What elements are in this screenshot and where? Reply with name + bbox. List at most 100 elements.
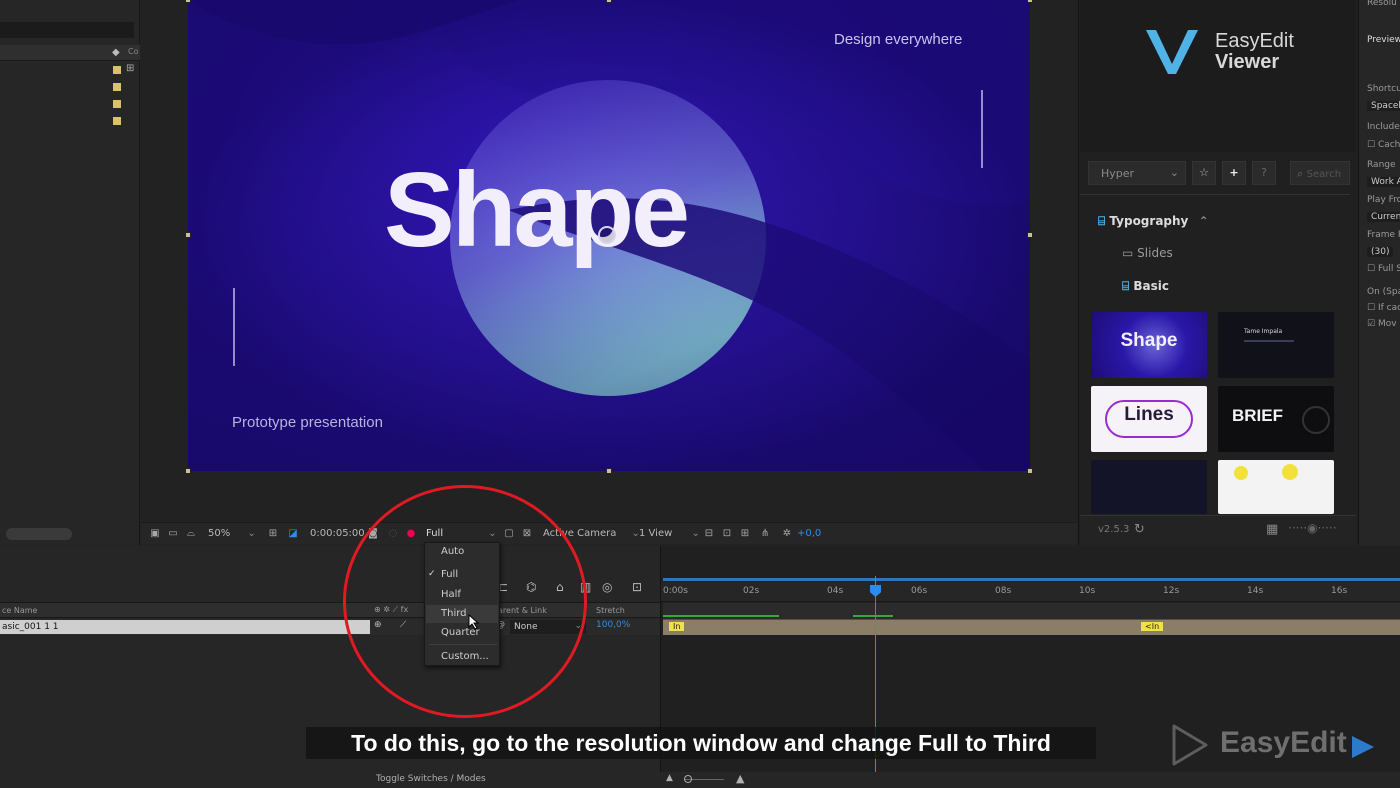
template-thumbnail[interactable]: Lines <box>1091 386 1207 452</box>
comp-subtitle: Prototype presentation <box>232 414 383 431</box>
cache-checkbox[interactable]: ☐ Cach <box>1367 140 1400 150</box>
search-placeholder: Search <box>1306 169 1342 180</box>
library-controls: Hyper ⌄ ☆ + ? ⌕ Search <box>1088 161 1350 185</box>
stretch-value[interactable]: 100,0% <box>596 620 630 630</box>
frame-rate-select[interactable]: (30) <box>1367 247 1394 257</box>
easyedit-watermark-icon <box>1172 724 1208 766</box>
ruler-label: 02s <box>743 586 760 596</box>
current-time[interactable]: 0:00:05:00 <box>310 528 365 539</box>
ruler-label: 06s <box>911 586 928 596</box>
label-color-swatch[interactable] <box>113 117 121 125</box>
display-icon[interactable]: ▭ <box>167 528 179 540</box>
preview-tab[interactable]: Preview <box>1367 35 1400 45</box>
brand-product: Viewer <box>1215 51 1280 73</box>
label-color-swatch[interactable] <box>113 83 121 91</box>
shortcut-select[interactable]: Spaceb <box>1367 101 1400 111</box>
if-caching-checkbox[interactable]: ☐ If cac <box>1367 303 1400 313</box>
layer-marker[interactable]: In <box>669 622 685 631</box>
play-from-select[interactable]: Curren <box>1367 212 1400 222</box>
column-source-name[interactable]: ce Name <box>2 606 37 615</box>
search-input[interactable]: ⌕ Search <box>1290 161 1350 185</box>
thumbnail-label: BRIEF <box>1232 406 1283 425</box>
label-color-swatch[interactable] <box>113 66 121 74</box>
refresh-icon[interactable]: ↻ <box>1134 522 1145 537</box>
view-layout-select[interactable]: 1 View ⌄ <box>639 528 700 539</box>
folder-basic[interactable]: ⌸ Basic <box>1122 279 1169 294</box>
folder-slides[interactable]: ▭ Slides <box>1122 246 1173 260</box>
mask-icon[interactable]: ⌓ <box>185 528 197 540</box>
cache-bar <box>663 615 779 617</box>
graph-editor-icon[interactable]: ◎ <box>602 580 612 594</box>
folder-typography[interactable]: ⌸ Typography ⌃ <box>1098 214 1209 229</box>
project-search-input[interactable] <box>0 22 134 38</box>
zoom-value: 50% <box>208 528 231 539</box>
ruler-label: 10s <box>1079 586 1096 596</box>
transparency-icon[interactable]: ◪ <box>287 528 299 540</box>
template-thumbnail[interactable] <box>1218 460 1334 514</box>
render-icon[interactable]: ⊡ <box>632 580 642 594</box>
template-thumbnail[interactable]: BRIEF <box>1218 386 1334 452</box>
preview-label: Include: <box>1367 122 1400 132</box>
easyedit-logo-icon <box>1146 30 1198 74</box>
panel-footer: v2.5.3 ↻ ▦ ·····◉····· <box>1080 515 1356 545</box>
transform-handle[interactable] <box>606 468 612 474</box>
folder-icon: ▭ <box>1122 246 1134 260</box>
anchor-point-icon[interactable] <box>598 226 616 244</box>
thumbnail-deco <box>1234 466 1248 480</box>
transform-handle[interactable] <box>1027 0 1033 3</box>
toggle-switches-modes-button[interactable]: Toggle Switches / Modes <box>376 774 486 784</box>
project-panel: ◆ Co ⊞ <box>0 0 140 545</box>
toggle-pixel-aspect-icon[interactable]: ⊟ <box>703 528 715 540</box>
size-slider[interactable]: ·····◉····· <box>1288 521 1337 535</box>
cache-bar <box>853 615 893 617</box>
time-ruler[interactable]: 0:00s 02s 04s 06s 08s 10s 12s 14s 16s <box>661 582 1400 602</box>
add-icon[interactable]: + <box>1222 161 1246 185</box>
column-stretch[interactable]: Stretch <box>596 606 625 615</box>
grid-icon[interactable]: ⊞ <box>267 528 279 540</box>
always-preview-icon[interactable]: ▣ <box>149 528 161 540</box>
exposure-value[interactable]: +0,0 <box>797 528 821 539</box>
timeline-zoom-slider[interactable] <box>684 773 724 785</box>
transform-handle[interactable] <box>1027 468 1033 474</box>
layer-marker[interactable]: <In <box>1141 622 1164 631</box>
preview-label: Frame R <box>1367 230 1400 240</box>
grid-view-icon[interactable]: ▦ <box>1266 522 1278 537</box>
thumbnail-deco <box>1244 340 1294 342</box>
help-icon[interactable]: ? <box>1252 161 1276 185</box>
template-thumbnail[interactable] <box>1091 460 1207 514</box>
project-column-header: ◆ Co <box>0 45 140 61</box>
fast-preview-icon[interactable]: ⊡ <box>721 528 733 540</box>
reset-exposure-icon[interactable]: ✲ <box>781 528 793 540</box>
ruler-label: 04s <box>827 586 844 596</box>
range-select[interactable]: Work A <box>1367 177 1400 187</box>
transform-handle[interactable] <box>185 0 191 3</box>
template-thumbnail[interactable]: Shape <box>1091 312 1207 378</box>
slider-thumb[interactable] <box>684 775 692 783</box>
favorites-star-icon[interactable]: ☆ <box>1192 161 1216 185</box>
folder-open-icon: ⌸ <box>1122 279 1130 293</box>
zoom-in-icon[interactable]: ▲ <box>736 772 744 785</box>
layer-bar[interactable]: In <In <box>663 619 1400 635</box>
work-area-bar[interactable] <box>663 578 1400 581</box>
timeline-icon[interactable]: ⊞ <box>739 528 751 540</box>
chevron-up-icon: ⌃ <box>1198 214 1209 228</box>
flowchart-icon[interactable]: ⋔ <box>759 528 771 540</box>
transform-handle[interactable] <box>185 232 191 238</box>
transform-handle[interactable] <box>1027 232 1033 238</box>
full-screen-checkbox[interactable]: ☐ Full S <box>1367 264 1400 274</box>
zoom-select[interactable]: 50% ⌄ <box>208 528 256 539</box>
project-scrollbar[interactable] <box>6 528 72 540</box>
label-color-swatch[interactable] <box>113 100 121 108</box>
easyedit-watermark: EasyEdit <box>1220 726 1347 759</box>
category-select[interactable]: Hyper ⌄ <box>1088 161 1186 185</box>
composition-frame[interactable]: Design everywhere Shape Prototype presen… <box>188 0 1030 471</box>
divider <box>1080 194 1350 195</box>
template-thumbnail[interactable]: Tame Impala <box>1218 312 1334 378</box>
zoom-out-icon[interactable]: ▲ <box>666 773 673 783</box>
label-tag-icon[interactable]: ◆ <box>112 47 120 58</box>
track-header-row <box>663 603 1400 619</box>
transform-handle[interactable] <box>606 0 612 3</box>
move-time-checkbox[interactable]: ☑ Mov <box>1367 319 1397 329</box>
layer-name[interactable]: asic_001 1 1 <box>0 620 370 634</box>
transform-handle[interactable] <box>185 468 191 474</box>
